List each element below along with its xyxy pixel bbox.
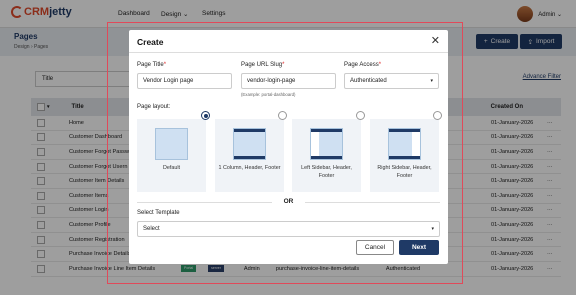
highlight-box xyxy=(107,22,463,284)
